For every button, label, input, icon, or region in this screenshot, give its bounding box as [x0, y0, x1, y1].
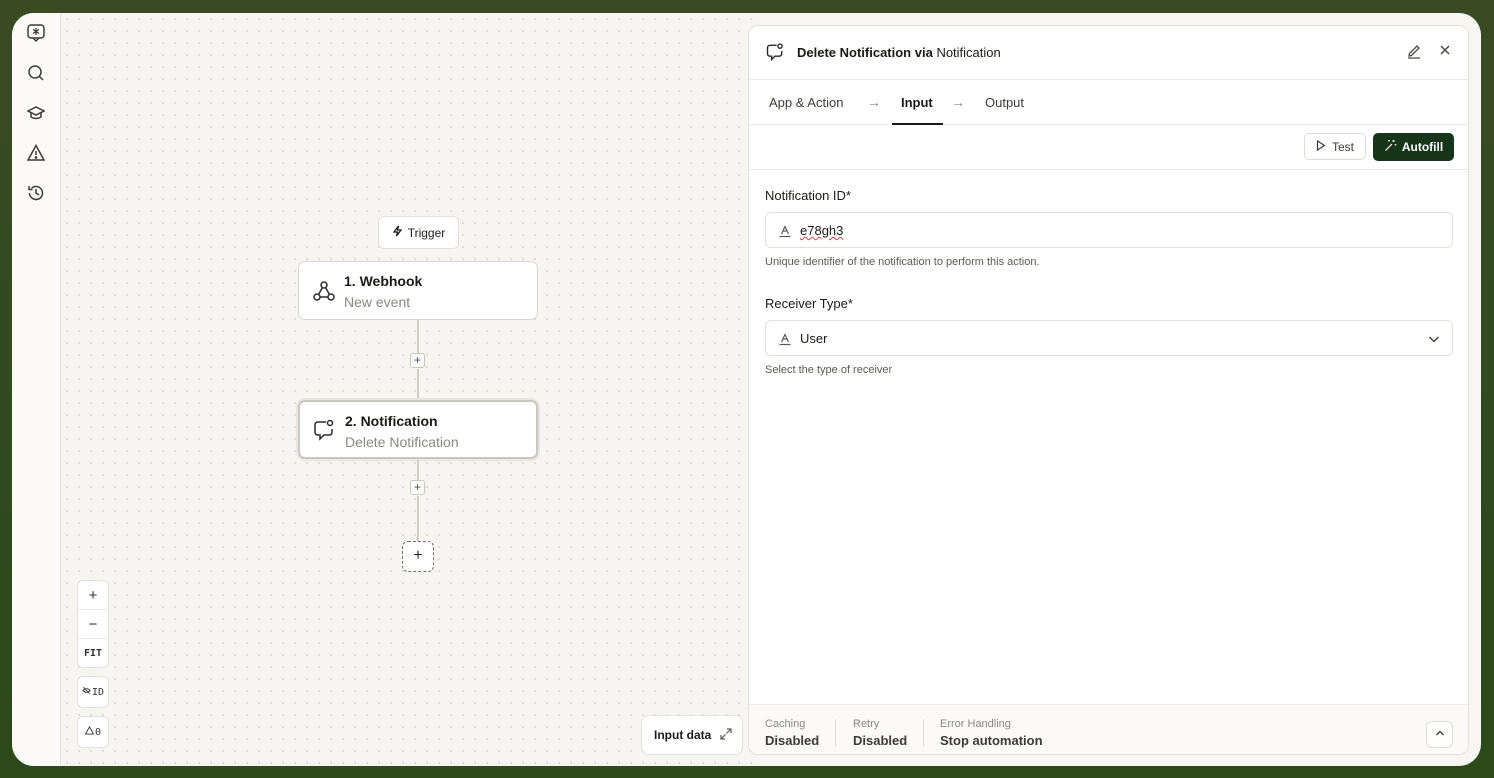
- arrow-right-icon: →: [951, 94, 965, 110]
- error-handling-setting[interactable]: Error Handling Stop automation: [940, 718, 1043, 748]
- node-notification[interactable]: 2. Notification Delete Notification: [298, 400, 538, 459]
- autofill-button[interactable]: Autofill: [1373, 133, 1454, 161]
- id-toggle-button[interactable]: ID: [77, 676, 109, 708]
- zoom-controls: + − FIT: [77, 580, 109, 668]
- sidebar-rail: [12, 13, 61, 766]
- workflow-canvas[interactable]: Trigger 1. Webhook New event + 2. Notifi…: [61, 13, 761, 766]
- notification-id-label: Notification ID*: [765, 188, 851, 203]
- caching-setting[interactable]: Caching Disabled: [765, 718, 819, 748]
- warnings-count: 0: [94, 726, 102, 738]
- node-subtitle: New event: [344, 294, 411, 310]
- node-subtitle: Delete Notification: [345, 434, 459, 450]
- notification-id-help: Unique identifier of the notification to…: [765, 256, 1040, 268]
- receiver-type-select[interactable]: User: [765, 320, 1453, 356]
- panel-title-action: Delete Notification via: [797, 45, 933, 60]
- zoom-fit-button[interactable]: FIT: [78, 639, 108, 668]
- text-type-icon: [778, 332, 792, 346]
- retry-setting[interactable]: Retry Disabled: [853, 718, 907, 748]
- retry-label: Retry: [853, 718, 880, 730]
- connector-line: [417, 320, 419, 356]
- warning-icon: [84, 725, 95, 738]
- eye-off-icon: [82, 686, 91, 698]
- play-icon: [1316, 139, 1326, 154]
- app-window: Trigger 1. Webhook New event + 2. Notifi…: [12, 13, 1481, 766]
- text-type-icon: [778, 224, 792, 238]
- notification-id-value: e78gh3: [800, 223, 844, 238]
- panel-title-app: Notification: [936, 45, 1001, 60]
- notification-icon: [312, 418, 338, 444]
- connector-line: [417, 496, 419, 541]
- add-step-button[interactable]: +: [402, 541, 434, 572]
- receiver-type-value: User: [800, 331, 828, 346]
- tab-input[interactable]: Input: [901, 95, 933, 110]
- input-data-button[interactable]: Input data: [641, 715, 743, 755]
- receiver-type-help: Select the type of receiver: [765, 364, 893, 376]
- error-handling-value: Stop automation: [940, 733, 1043, 748]
- ai-chat-icon[interactable]: [25, 22, 47, 44]
- node-title: 1. Webhook: [344, 273, 423, 289]
- trigger-badge[interactable]: Trigger: [378, 216, 459, 249]
- panel-header: Delete Notification via Notification: [749, 26, 1468, 80]
- lightning-icon: [392, 225, 403, 240]
- history-icon[interactable]: [25, 182, 47, 204]
- error-handling-label: Error Handling: [940, 718, 1011, 730]
- footer-divider: [835, 719, 836, 747]
- test-button[interactable]: Test: [1304, 133, 1366, 160]
- panel-title: Delete Notification via Notification: [797, 45, 1001, 60]
- chevron-up-icon: [1434, 726, 1446, 744]
- insert-step-button[interactable]: +: [410, 480, 425, 495]
- step-config-panel: Delete Notification via Notification App…: [748, 25, 1469, 755]
- test-label: Test: [1331, 139, 1354, 154]
- webhook-icon: [311, 278, 337, 304]
- input-data-label: Input data: [654, 728, 712, 742]
- arrow-right-icon: →: [867, 94, 881, 110]
- chevron-down-icon[interactable]: [1426, 331, 1442, 347]
- caching-value: Disabled: [765, 733, 820, 748]
- panel-actions: Test Autofill: [749, 125, 1468, 170]
- autofill-label: Autofill: [1401, 140, 1444, 154]
- magic-wand-icon: [1384, 139, 1397, 155]
- node-title: 2. Notification: [345, 413, 438, 429]
- retry-value: Disabled: [853, 733, 908, 748]
- notification-icon: [765, 42, 785, 62]
- footer-divider: [923, 719, 924, 747]
- node-webhook[interactable]: 1. Webhook New event: [298, 261, 538, 320]
- trigger-label: Trigger: [407, 225, 446, 240]
- notification-id-input[interactable]: e78gh3: [765, 212, 1453, 248]
- receiver-type-label: Receiver Type*: [765, 296, 853, 311]
- insert-step-button[interactable]: +: [410, 353, 425, 368]
- connector-line: [417, 460, 419, 480]
- expand-icon: [719, 727, 733, 744]
- tab-app-action[interactable]: App & Action: [769, 95, 843, 110]
- tab-output[interactable]: Output: [985, 95, 1024, 110]
- warnings-button[interactable]: 0: [77, 716, 109, 748]
- search-icon[interactable]: [25, 62, 47, 84]
- close-icon[interactable]: [1438, 43, 1456, 61]
- alert-icon[interactable]: [25, 142, 47, 164]
- panel-footer: Caching Disabled Retry Disabled Error Ha…: [749, 704, 1468, 754]
- edit-icon[interactable]: [1406, 43, 1424, 61]
- id-toggle-label: ID: [91, 686, 105, 698]
- connector-line: [417, 369, 419, 401]
- learn-icon[interactable]: [25, 102, 47, 124]
- caching-label: Caching: [765, 718, 806, 730]
- zoom-in-button[interactable]: +: [78, 581, 108, 610]
- expand-footer-button[interactable]: [1426, 721, 1453, 748]
- panel-tabs: App & Action → Input → Output: [749, 80, 1468, 125]
- zoom-out-button[interactable]: −: [78, 610, 108, 639]
